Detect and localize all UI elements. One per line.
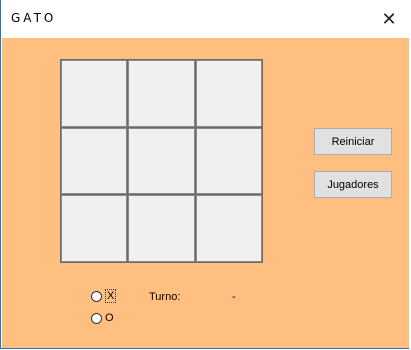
close-icon[interactable]: ✕ bbox=[366, 0, 411, 38]
tic-tac-toe-board bbox=[60, 59, 263, 263]
board-cell-1[interactable] bbox=[61, 60, 128, 127]
jugadores-button[interactable]: Jugadores bbox=[314, 171, 392, 198]
radio-x-label: X bbox=[105, 289, 117, 303]
turno-value: - bbox=[232, 291, 236, 303]
game-area: Reiniciar Jugadores X O Turno: - bbox=[2, 38, 409, 348]
board-cell-3[interactable] bbox=[195, 60, 262, 127]
board-cell-4[interactable] bbox=[61, 127, 128, 195]
board-cell-5[interactable] bbox=[128, 127, 195, 195]
board-cell-9[interactable] bbox=[195, 195, 262, 262]
window-frame: GATO ✕ Reiniciar Jugadores X O Turno: - bbox=[0, 0, 411, 349]
window-title: GATO bbox=[11, 11, 57, 25]
board-cell-7[interactable] bbox=[61, 195, 128, 262]
radio-x-circle[interactable] bbox=[91, 290, 102, 302]
board-cell-2[interactable] bbox=[128, 60, 195, 127]
radio-option-o[interactable]: O bbox=[91, 312, 114, 324]
radio-o-label: O bbox=[105, 312, 114, 324]
reiniciar-button[interactable]: Reiniciar bbox=[314, 128, 392, 155]
radio-option-x[interactable]: X bbox=[91, 289, 117, 303]
turno-label: Turno: bbox=[149, 291, 181, 303]
board-cell-8[interactable] bbox=[128, 195, 195, 262]
title-bar: GATO ✕ bbox=[1, 0, 411, 38]
board-cell-6[interactable] bbox=[195, 127, 262, 195]
radio-o-circle[interactable] bbox=[91, 312, 102, 324]
